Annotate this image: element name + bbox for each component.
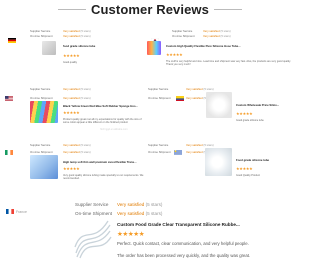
on-time-shipment-rating: Very satisfied (5 stars) bbox=[203, 34, 231, 38]
supplier-service-label: Supplier Service bbox=[30, 143, 51, 147]
on-time-shipment-rating: Very satisfied (5 stars) bbox=[117, 211, 163, 216]
star-rating: ★★★★★ bbox=[166, 52, 183, 57]
supplier-service-label: Supplier Service bbox=[30, 29, 51, 33]
supplier-service-rating: Very satisfied (5 stars) bbox=[63, 143, 91, 147]
star-rating: ★★★★★ bbox=[236, 166, 253, 171]
watermark: hbrhrggd.en.alibaba.com bbox=[100, 128, 128, 131]
product-name[interactable]: Custom High Quality Flexible Pure Silico… bbox=[166, 44, 288, 48]
product-name[interactable]: food grade silicone tube bbox=[63, 44, 125, 48]
review-comment-line-2: The order has been processed very quickl… bbox=[117, 253, 251, 258]
review-comment: Good grade silicone tube bbox=[236, 119, 264, 122]
flag-usa-icon bbox=[5, 96, 13, 101]
product-thumbnail[interactable] bbox=[30, 155, 58, 179]
review-comment-line-1: Perfect. Quick contact, clear communicat… bbox=[117, 241, 249, 246]
supplier-service-label: Supplier Service bbox=[75, 202, 109, 207]
product-thumbnail[interactable] bbox=[206, 92, 232, 118]
supplier-service-rating: Very satisfied (5 stars) bbox=[186, 87, 214, 91]
supplier-service-rating: Very satisfied (5 stars) bbox=[186, 143, 214, 147]
flag-germany-icon bbox=[8, 38, 16, 43]
product-thumbnail[interactable] bbox=[30, 101, 58, 123]
on-time-shipment-label: On-time Shipment bbox=[75, 211, 113, 216]
product-name[interactable]: Black Yellow Green Red Blue Soft Rubber … bbox=[63, 104, 145, 108]
page-title: Customer Reviews bbox=[91, 2, 209, 17]
flag-colombia-icon bbox=[176, 96, 184, 101]
on-time-shipment-label: On-time Shipment bbox=[30, 34, 53, 38]
supplier-service-rating: Very satisfied (5 stars) bbox=[117, 202, 163, 207]
product-name[interactable]: High temp soft thin wall premium cured f… bbox=[63, 160, 145, 164]
supplier-service-label: Supplier Service bbox=[148, 87, 169, 91]
star-rating: ★★★★★ bbox=[63, 166, 80, 171]
flag-ireland-icon bbox=[5, 150, 13, 155]
product-thumbnail[interactable] bbox=[42, 41, 56, 55]
on-time-shipment-label: On-time Shipment bbox=[172, 34, 195, 38]
review-comment: Product quality great met all my expecta… bbox=[63, 118, 142, 125]
product-thumbnail[interactable] bbox=[147, 41, 161, 55]
supplier-service-rating: Very satisfied (5 stars) bbox=[63, 29, 91, 33]
reviewer-country: France bbox=[16, 210, 27, 214]
supplier-service-label: Supplier Service bbox=[172, 29, 193, 33]
product-thumbnail[interactable] bbox=[74, 219, 112, 259]
title-divider-right bbox=[214, 9, 242, 10]
supplier-service-rating: Very satisfied (5 stars) bbox=[63, 87, 91, 91]
on-time-shipment-label: On-time Shipment bbox=[30, 150, 53, 154]
flag-france-icon bbox=[6, 209, 14, 214]
on-time-shipment-rating: Very satisfied (5 stars) bbox=[63, 96, 91, 100]
star-rating: ★★★★★ bbox=[63, 110, 80, 115]
product-name[interactable]: Food grade silicone tube bbox=[236, 158, 296, 162]
flag-uruguay-icon bbox=[174, 150, 182, 155]
product-name[interactable]: Custom Food Grade Clear Transparent Sili… bbox=[117, 222, 240, 227]
on-time-shipment-rating: Very satisfied (5 stars) bbox=[63, 34, 91, 38]
supplier-service-label: Supplier Service bbox=[148, 143, 169, 147]
supplier-service-rating: Very satisfied (5 stars) bbox=[203, 29, 231, 33]
on-time-shipment-label: On-time Shipment bbox=[148, 150, 171, 154]
product-thumbnail[interactable] bbox=[205, 148, 232, 176]
star-rating: ★★★★★ bbox=[236, 111, 253, 116]
review-comment: Good Quality Product bbox=[236, 174, 260, 177]
star-rating: ★★★★★ bbox=[117, 231, 145, 238]
review-comment: Good quality bbox=[63, 61, 78, 64]
review-comment: Very good quality silicone tubing made s… bbox=[63, 174, 144, 181]
on-time-shipment-label: On-time Shipment bbox=[148, 96, 171, 100]
product-name[interactable]: Custom Wholesale Price Silico... bbox=[236, 103, 296, 107]
review-comment: The stuff is very helpful and nice. Lead… bbox=[166, 60, 291, 67]
star-rating: ★★★★★ bbox=[63, 53, 80, 58]
on-time-shipment-rating: Very satisfied (5 stars) bbox=[63, 150, 91, 154]
on-time-shipment-label: On-time Shipment bbox=[30, 96, 53, 100]
supplier-service-label: Supplier Service bbox=[30, 87, 51, 91]
